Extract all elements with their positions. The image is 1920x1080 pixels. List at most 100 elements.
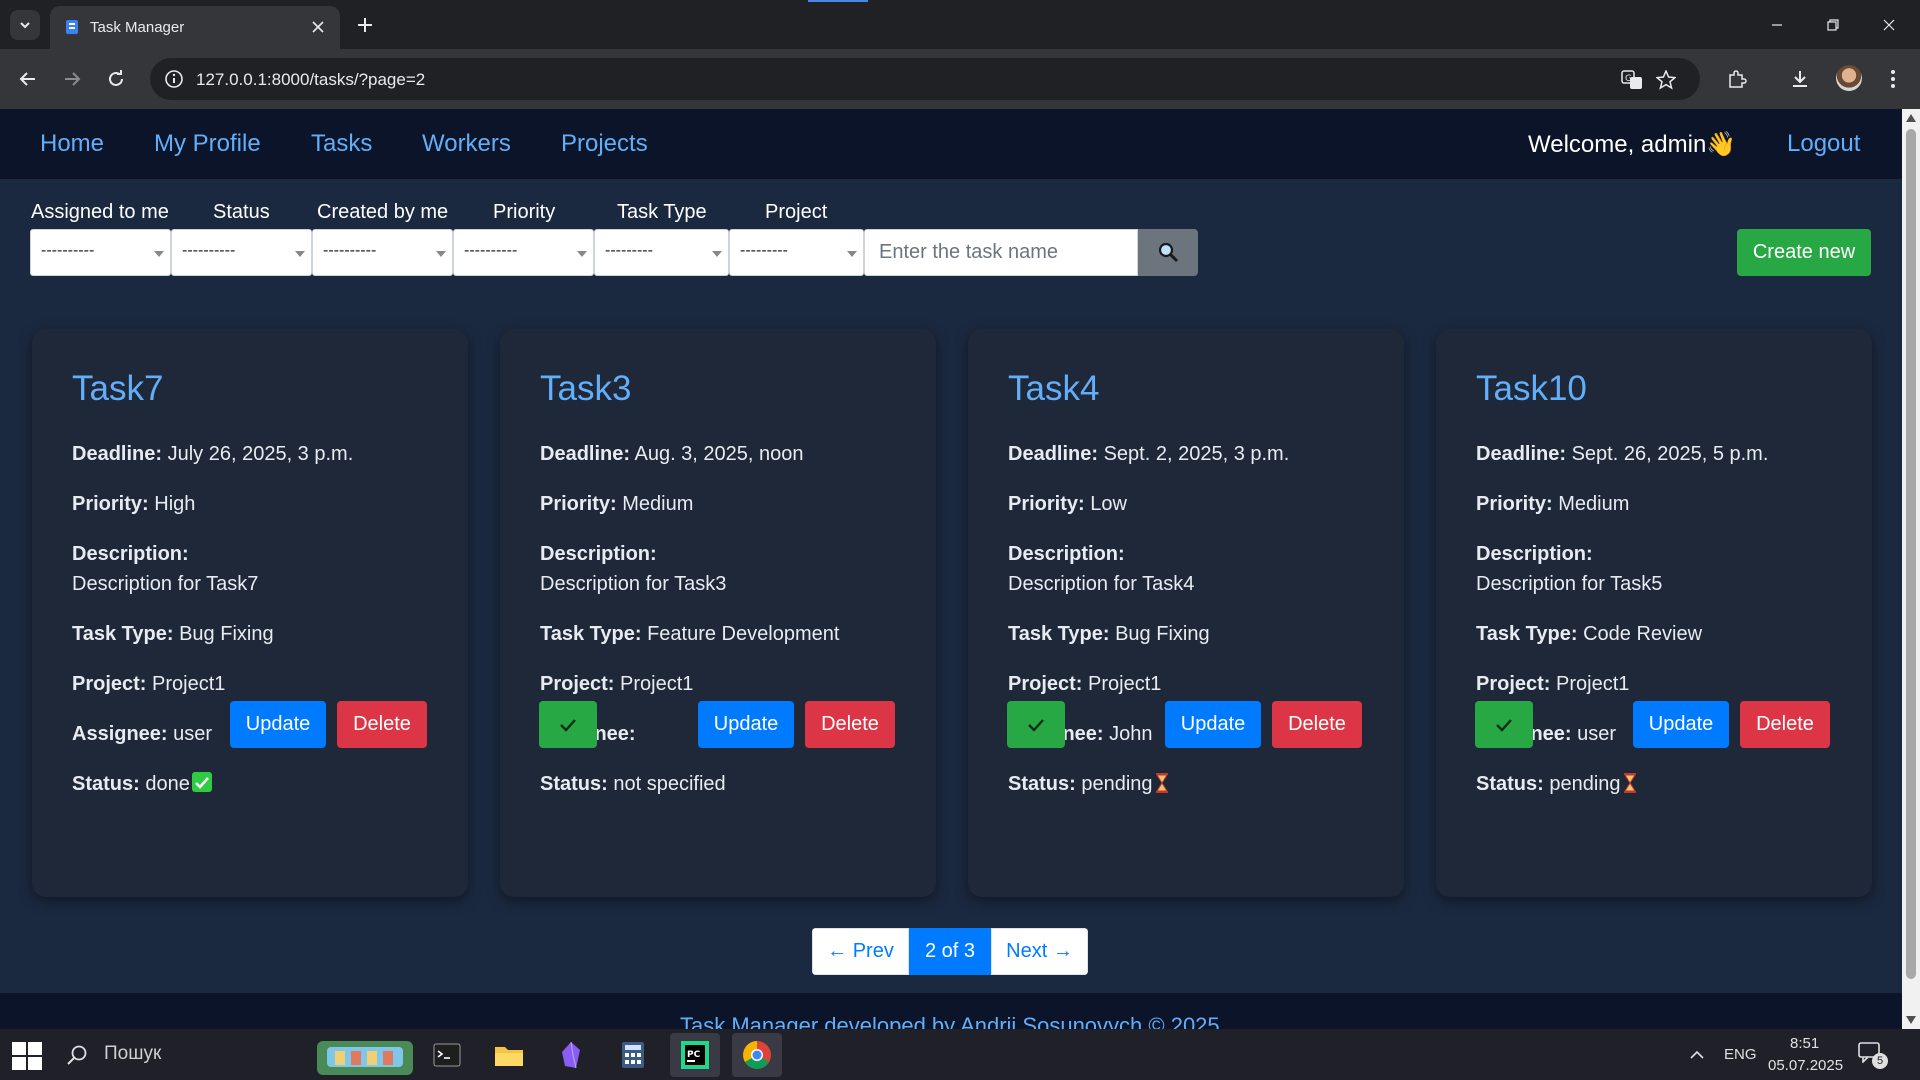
project-value: Project1 (1088, 673, 1162, 695)
status-select[interactable]: ---------- (171, 229, 312, 276)
next-page-button[interactable]: Next → (991, 928, 1088, 975)
taskbar-search-text[interactable]: Пошук (104, 1043, 161, 1065)
task-title[interactable]: Task3 (540, 369, 631, 409)
task-status: Status: pending (1476, 769, 1637, 799)
task-type-select[interactable]: --------- (594, 229, 729, 276)
description-value: Description for Task4 (1008, 573, 1195, 595)
nav-link-projects[interactable]: Projects (561, 130, 648, 158)
calculator-app[interactable] (608, 1033, 658, 1077)
check-icon (1028, 718, 1044, 732)
update-button[interactable]: Update (1165, 701, 1261, 748)
nav-link-workers[interactable]: Workers (422, 130, 511, 158)
delete-button[interactable]: Delete (805, 701, 895, 748)
status-value: pending (1549, 773, 1621, 795)
new-tab-button[interactable] (352, 12, 378, 38)
chevron-up-icon[interactable] (1689, 1049, 1705, 1059)
create-new-button[interactable]: Create new (1737, 229, 1871, 276)
scrollbar-thumb[interactable] (1906, 129, 1916, 979)
download-icon (1793, 71, 1807, 87)
project-select[interactable]: --------- (729, 229, 864, 276)
profile-avatar[interactable] (1836, 65, 1862, 91)
scroll-down-arrow-icon[interactable] (1906, 1015, 1916, 1025)
forward-button[interactable] (56, 63, 88, 95)
prev-page-button[interactable]: ← Prev (812, 928, 909, 975)
assignee-value: user (173, 723, 213, 745)
delete-button[interactable]: Delete (1272, 701, 1362, 748)
description-value: Description for Task3 (540, 573, 727, 595)
page-scrollbar[interactable] (1902, 109, 1920, 1029)
task-type: Task Type: Feature Development (540, 619, 839, 649)
update-button[interactable]: Update (1633, 701, 1729, 748)
assigned-select-value: ---------- (41, 242, 95, 259)
delete-button[interactable]: Delete (1740, 701, 1830, 748)
widgets-button[interactable] (316, 1033, 414, 1077)
mark-done-button[interactable] (1475, 701, 1533, 748)
project-value: Project1 (152, 673, 226, 695)
field-label: Task Type: (1476, 623, 1578, 645)
chrome-app[interactable] (732, 1033, 782, 1077)
nav-link-tasks[interactable]: Tasks (311, 130, 372, 158)
status-value: done (145, 773, 190, 795)
file-explorer-app[interactable] (484, 1033, 534, 1077)
assigned-select[interactable]: ---------- (30, 229, 171, 276)
field-label: Project: (72, 673, 147, 695)
browser-tab[interactable]: Task Manager (50, 6, 340, 49)
deadline-value: Sept. 2, 2025, 3 p.m. (1103, 443, 1290, 465)
url-text[interactable]: 127.0.0.1:8000/tasks/?page=2 (196, 70, 425, 90)
terminal-app[interactable] (422, 1033, 472, 1077)
tab-search-button[interactable] (10, 10, 40, 40)
field-label: Project: (1476, 673, 1551, 695)
notification-button[interactable]: 5 (1858, 1041, 1888, 1069)
update-button[interactable]: Update (230, 701, 326, 748)
more-vertical-icon (1891, 70, 1895, 88)
delete-button[interactable]: Delete (337, 701, 427, 748)
language-indicator[interactable]: ENG (1724, 1046, 1757, 1063)
back-button[interactable] (12, 63, 44, 95)
browser-menu-button[interactable] (1877, 63, 1909, 95)
clock-time[interactable]: 8:51 (1790, 1035, 1819, 1052)
task-priority: Priority: Medium (540, 489, 693, 519)
pycharm-app[interactable]: PC (670, 1033, 720, 1077)
mark-done-button[interactable] (539, 701, 597, 748)
downloads-button[interactable] (1784, 63, 1816, 95)
nav-link-my-profile[interactable]: My Profile (154, 130, 261, 158)
task-deadline: Deadline: July 26, 2025, 3 p.m. (72, 439, 353, 469)
restore-button[interactable] (1810, 10, 1856, 40)
task-type-value: Bug Fixing (179, 623, 274, 645)
windows-start-icon[interactable] (8, 1041, 46, 1071)
mark-done-button[interactable] (1007, 701, 1065, 748)
created-select[interactable]: ---------- (312, 229, 453, 276)
hourglass-icon (1623, 773, 1636, 793)
minimize-button[interactable] (1754, 10, 1800, 40)
translate-button[interactable]: G (1620, 68, 1644, 92)
search-icon (1158, 242, 1179, 262)
tab-close-button[interactable] (308, 17, 328, 37)
priority-select[interactable]: ---------- (453, 229, 594, 276)
deadline-value: July 26, 2025, 3 p.m. (167, 443, 354, 465)
obsidian-app[interactable] (546, 1033, 596, 1077)
close-window-button[interactable] (1866, 10, 1912, 40)
project-value: Project1 (620, 673, 694, 695)
search-button[interactable] (1138, 229, 1198, 276)
task-type-value: Bug Fixing (1115, 623, 1210, 645)
update-button[interactable]: Update (698, 701, 794, 748)
task-priority: Priority: Low (1008, 489, 1127, 519)
bookmark-button[interactable] (1654, 68, 1678, 92)
nav-link-home[interactable]: Home (40, 130, 104, 158)
reload-button[interactable] (100, 63, 132, 95)
address-bar[interactable]: 127.0.0.1:8000/tasks/?page=2 G (150, 58, 1700, 100)
site-info-icon[interactable] (164, 69, 184, 89)
logout-link[interactable]: Logout (1787, 130, 1860, 158)
extensions-button[interactable] (1721, 63, 1753, 95)
search-icon[interactable] (66, 1044, 88, 1066)
field-label: Description: (72, 543, 189, 565)
task-title[interactable]: Task10 (1476, 369, 1587, 409)
task-title[interactable]: Task7 (72, 369, 163, 409)
task-search-input[interactable] (864, 229, 1138, 276)
priority-value: Medium (1558, 493, 1630, 515)
task-title[interactable]: Task4 (1008, 369, 1099, 409)
task-type: Task Type: Bug Fixing (1008, 619, 1210, 649)
clock-date[interactable]: 05.07.2025 (1768, 1057, 1843, 1074)
scroll-up-arrow-icon[interactable] (1906, 113, 1916, 123)
arrow-right-icon (65, 72, 81, 86)
